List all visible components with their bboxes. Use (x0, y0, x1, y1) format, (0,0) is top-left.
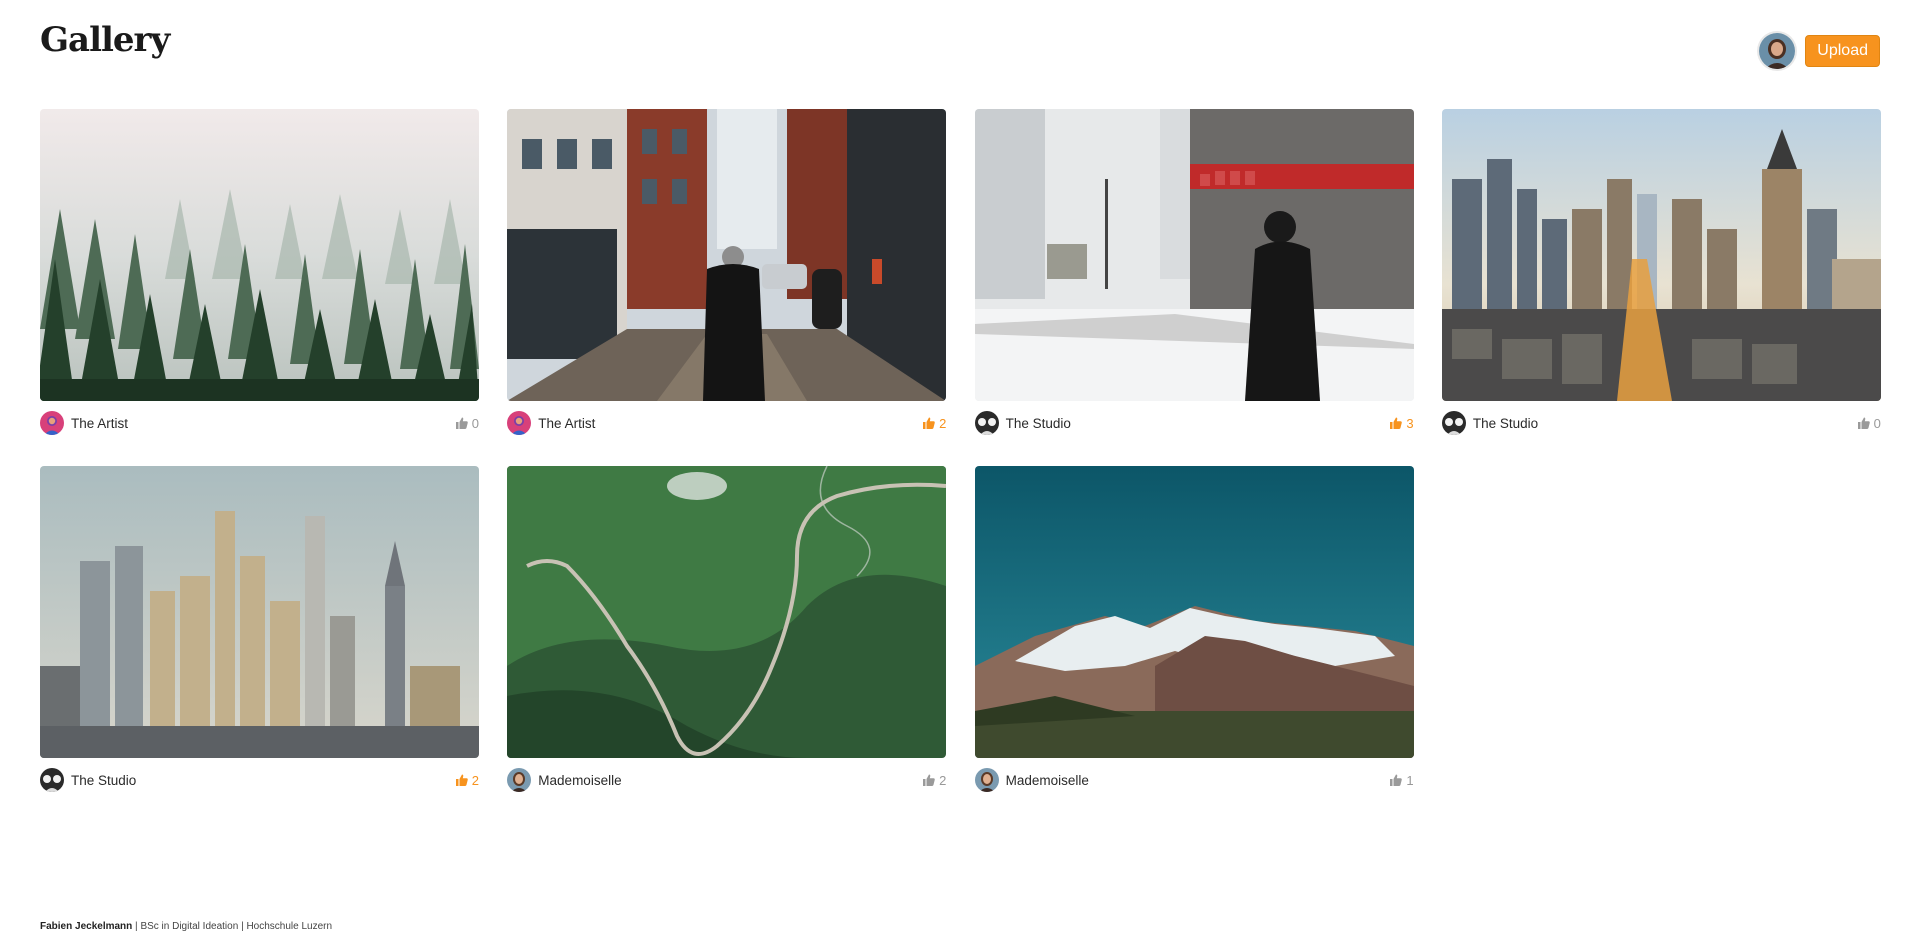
author-name: The Studio (71, 772, 137, 788)
author[interactable]: The Studio (40, 768, 136, 792)
author[interactable]: The Artist (507, 411, 595, 435)
like-count: 2 (471, 772, 479, 788)
card-meta: The Studio 2 (40, 758, 479, 796)
photo-street-alley[interactable] (507, 109, 947, 401)
like-button[interactable]: 2 (923, 416, 946, 431)
photo-city-skyline[interactable] (1441, 109, 1881, 401)
footer: Fabien Jeckelmann | BSc in Digital Ideat… (40, 921, 332, 932)
card-meta: Mademoiselle 1 (974, 758, 1414, 796)
like-button[interactable]: 1 (1390, 772, 1414, 788)
footer-school: Hochschule Luzern (246, 921, 333, 932)
like-button[interactable]: 2 (455, 772, 479, 788)
photo-snowy-street[interactable] (974, 109, 1414, 401)
thumbs-up-icon (1390, 417, 1403, 429)
like-count: 3 (1406, 415, 1414, 431)
author-avatar (974, 411, 999, 435)
like-button[interactable]: 0 (1857, 415, 1881, 431)
thumbs-up-icon (1390, 774, 1403, 786)
like-count: 0 (471, 415, 479, 431)
author-avatar (974, 768, 999, 792)
thumbs-up-icon (455, 417, 468, 429)
footer-program: BSc in Digital Ideation (140, 921, 239, 932)
photo-card: The Studio 3 (974, 109, 1414, 439)
photo-misty-forest[interactable] (40, 109, 479, 401)
card-meta: The Studio 0 (1441, 401, 1881, 439)
card-meta: The Artist 2 (507, 401, 946, 439)
footer-separator: | (135, 921, 138, 932)
thumbs-up-icon (455, 774, 468, 786)
photo-card: Mademoiselle 1 (974, 466, 1414, 796)
author[interactable]: The Studio (974, 411, 1071, 435)
card-meta: The Studio 3 (974, 401, 1414, 439)
upload-button[interactable]: Upload (1805, 35, 1880, 67)
author[interactable]: The Artist (40, 411, 128, 435)
photo-card: The Artist 2 (507, 109, 947, 439)
footer-separator: | (241, 921, 244, 932)
like-count: 0 (1873, 415, 1881, 431)
header-actions: Upload (1759, 33, 1880, 69)
author-avatar (507, 411, 532, 435)
photo-mountain-road[interactable] (507, 466, 947, 758)
photo-card: Mademoiselle 2 (507, 466, 947, 796)
author-name: Mademoiselle (538, 772, 622, 788)
card-meta: The Artist 0 (40, 401, 479, 439)
photo-grid: The Artist 0 The Artist 2 The Studio 3 T… (40, 109, 1881, 796)
page-title: Gallery (40, 20, 170, 60)
like-button[interactable]: 2 (923, 773, 946, 788)
author-name: The Artist (538, 415, 596, 431)
photo-snowy-mountains[interactable] (974, 466, 1414, 758)
header: Gallery Upload (40, 0, 1880, 100)
author-name: Mademoiselle (1005, 772, 1089, 788)
author-avatar (1441, 411, 1466, 435)
author-avatar (40, 411, 64, 435)
author-avatar (507, 768, 532, 792)
photo-skyscrapers[interactable] (40, 466, 479, 758)
author[interactable]: The Studio (1441, 411, 1539, 435)
card-meta: Mademoiselle 2 (507, 758, 946, 796)
photo-card: The Artist 0 (40, 109, 479, 439)
like-count: 2 (939, 772, 947, 788)
author-name: The Studio (1005, 415, 1071, 431)
author-name: The Artist (71, 415, 129, 431)
author[interactable]: Mademoiselle (507, 768, 622, 792)
thumbs-up-icon (923, 417, 935, 429)
photo-card: The Studio 0 (1441, 109, 1881, 439)
photo-card: The Studio 2 (40, 466, 479, 796)
like-count: 2 (939, 415, 947, 431)
thumbs-up-icon (1857, 417, 1870, 429)
author-name: The Studio (1472, 415, 1539, 431)
author[interactable]: Mademoiselle (974, 768, 1089, 792)
author-avatar (40, 768, 64, 792)
thumbs-up-icon (923, 774, 935, 786)
user-avatar[interactable] (1759, 33, 1796, 69)
like-count: 1 (1406, 772, 1414, 788)
footer-name: Fabien Jeckelmann (40, 921, 133, 932)
like-button[interactable]: 0 (455, 415, 479, 431)
like-button[interactable]: 3 (1390, 415, 1414, 431)
